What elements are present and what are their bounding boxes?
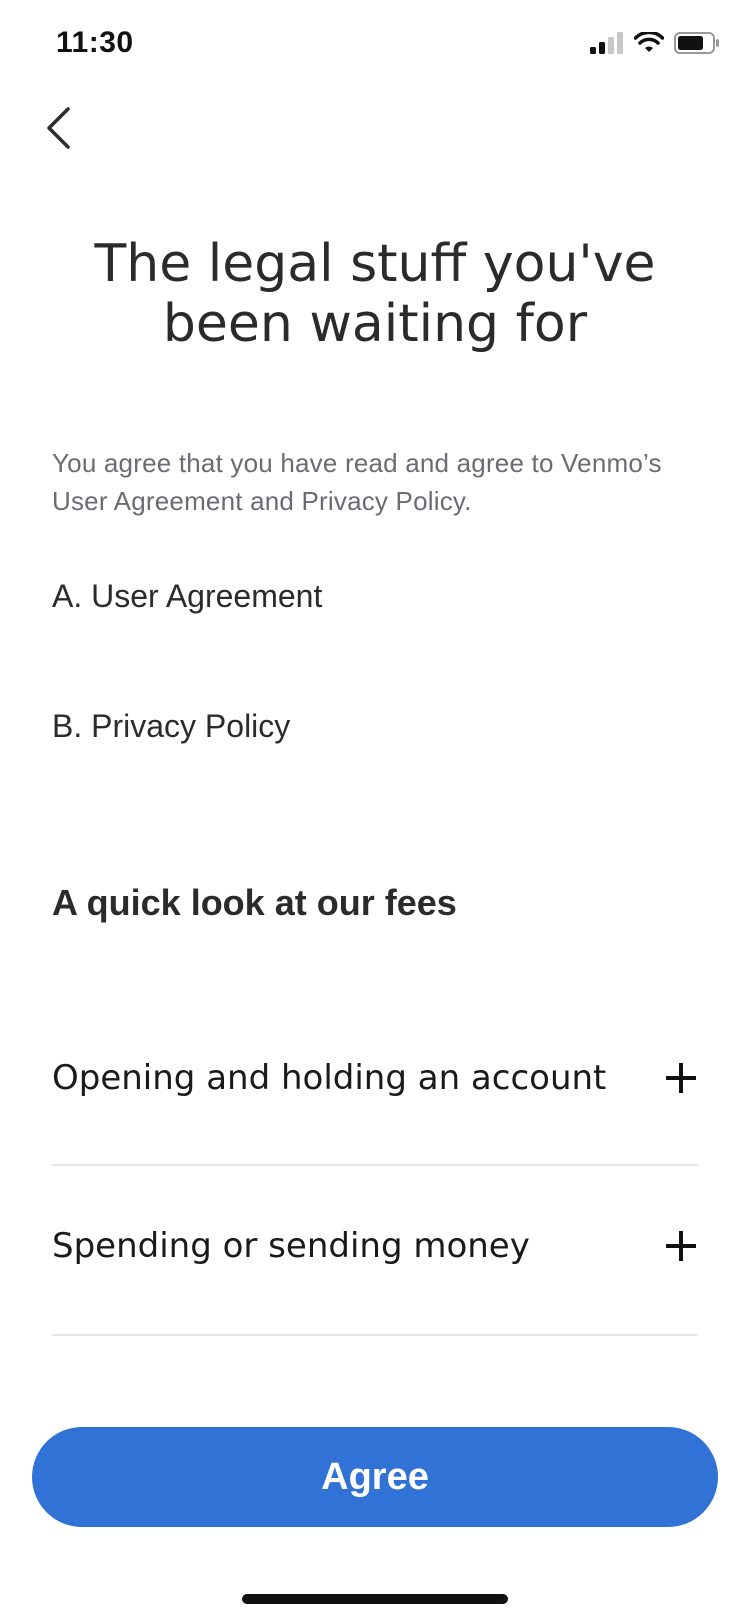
divider (52, 1164, 698, 1166)
status-time: 11:30 (56, 26, 134, 59)
agree-button[interactable]: Agree (32, 1427, 718, 1527)
divider (52, 1334, 698, 1336)
status-icons (590, 30, 720, 60)
chevron-left-icon (44, 106, 72, 155)
intro-text: You agree that you have read and agree t… (52, 448, 662, 516)
status-bar: 11:30 (0, 0, 750, 90)
user-agreement-link[interactable]: A. User Agreement (52, 578, 322, 615)
plus-icon (666, 1231, 696, 1261)
signal-icon (590, 31, 624, 59)
page-title: The legal stuff you've been waiting for (94, 234, 656, 354)
fee-row-label: Spending or sending money (52, 1226, 530, 1266)
plus-icon (666, 1063, 696, 1093)
back-button[interactable] (28, 100, 88, 160)
fee-row-spending-money[interactable]: Spending or sending money (52, 1196, 698, 1296)
privacy-policy-link[interactable]: B. Privacy Policy (52, 708, 290, 745)
fee-row-opening-account[interactable]: Opening and holding an account (52, 1028, 698, 1128)
fees-heading: A quick look at our fees (52, 882, 457, 923)
battery-icon (674, 31, 720, 59)
home-indicator (242, 1594, 508, 1604)
wifi-icon (633, 30, 665, 59)
fee-row-label: Opening and holding an account (52, 1058, 607, 1098)
